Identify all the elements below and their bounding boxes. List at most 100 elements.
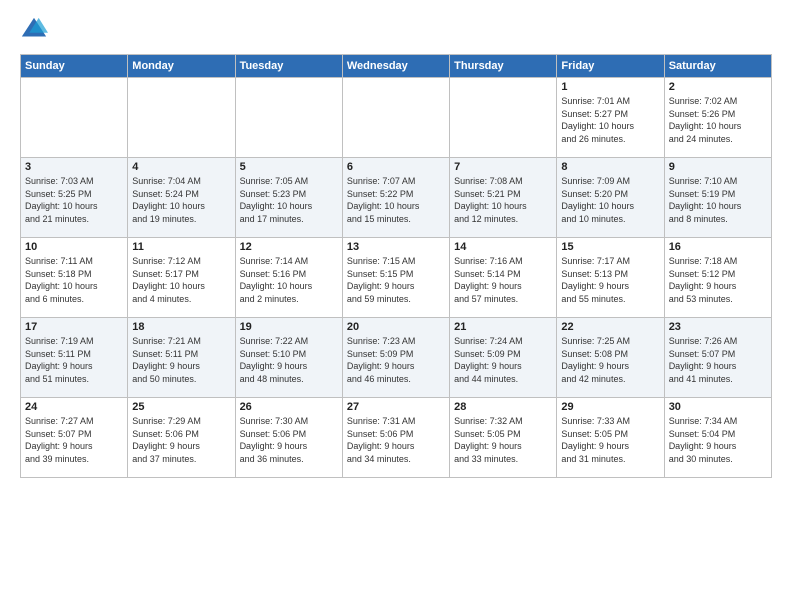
calendar-cell xyxy=(450,78,557,158)
calendar-header-row: SundayMondayTuesdayWednesdayThursdayFrid… xyxy=(21,55,772,78)
day-number: 15 xyxy=(561,241,659,253)
calendar-cell: 7 Sunrise: 7:08 AM Sunset: 5:21 PM Daylig… xyxy=(450,158,557,238)
day-info: Sunrise: 7:15 AM Sunset: 5:15 PM Dayligh… xyxy=(347,255,445,305)
calendar-cell: 5 Sunrise: 7:05 AM Sunset: 5:23 PM Daylig… xyxy=(235,158,342,238)
logo xyxy=(20,16,52,44)
day-number: 28 xyxy=(454,401,552,413)
calendar-week-row: 17 Sunrise: 7:19 AM Sunset: 5:11 PM Dayli… xyxy=(21,318,772,398)
calendar-cell: 18 Sunrise: 7:21 AM Sunset: 5:11 PM Dayli… xyxy=(128,318,235,398)
header xyxy=(20,16,772,44)
calendar-cell: 9 Sunrise: 7:10 AM Sunset: 5:19 PM Daylig… xyxy=(664,158,771,238)
day-info: Sunrise: 7:17 AM Sunset: 5:13 PM Dayligh… xyxy=(561,255,659,305)
day-info: Sunrise: 7:33 AM Sunset: 5:05 PM Dayligh… xyxy=(561,415,659,465)
day-number: 14 xyxy=(454,241,552,253)
day-number: 5 xyxy=(240,161,338,173)
day-info: Sunrise: 7:16 AM Sunset: 5:14 PM Dayligh… xyxy=(454,255,552,305)
calendar-cell: 22 Sunrise: 7:25 AM Sunset: 5:08 PM Dayli… xyxy=(557,318,664,398)
calendar-cell: 17 Sunrise: 7:19 AM Sunset: 5:11 PM Dayli… xyxy=(21,318,128,398)
calendar-cell: 8 Sunrise: 7:09 AM Sunset: 5:20 PM Daylig… xyxy=(557,158,664,238)
calendar-cell xyxy=(235,78,342,158)
calendar-table: SundayMondayTuesdayWednesdayThursdayFrid… xyxy=(20,54,772,478)
day-info: Sunrise: 7:02 AM Sunset: 5:26 PM Dayligh… xyxy=(669,95,767,145)
day-info: Sunrise: 7:26 AM Sunset: 5:07 PM Dayligh… xyxy=(669,335,767,385)
day-info: Sunrise: 7:07 AM Sunset: 5:22 PM Dayligh… xyxy=(347,175,445,225)
calendar-cell: 19 Sunrise: 7:22 AM Sunset: 5:10 PM Dayli… xyxy=(235,318,342,398)
day-number: 2 xyxy=(669,81,767,93)
day-number: 20 xyxy=(347,321,445,333)
day-info: Sunrise: 7:24 AM Sunset: 5:09 PM Dayligh… xyxy=(454,335,552,385)
calendar-week-row: 10 Sunrise: 7:11 AM Sunset: 5:18 PM Dayli… xyxy=(21,238,772,318)
day-number: 8 xyxy=(561,161,659,173)
calendar-cell: 25Sunrise: 7:29 AM Sunset: 5:06 PM Dayli… xyxy=(128,398,235,478)
day-info: Sunrise: 7:03 AM Sunset: 5:25 PM Dayligh… xyxy=(25,175,123,225)
calendar-cell: 30 Sunrise: 7:34 AM Sunset: 5:04 PM Dayli… xyxy=(664,398,771,478)
day-number: 10 xyxy=(25,241,123,253)
day-number: 1 xyxy=(561,81,659,93)
day-number: 29 xyxy=(561,401,659,413)
day-number: 17 xyxy=(25,321,123,333)
day-number: 11 xyxy=(132,241,230,253)
calendar-cell: 2 Sunrise: 7:02 AM Sunset: 5:26 PM Daylig… xyxy=(664,78,771,158)
day-number: 7 xyxy=(454,161,552,173)
calendar-week-row: 1 Sunrise: 7:01 AM Sunset: 5:27 PM Daylig… xyxy=(21,78,772,158)
calendar-cell: 23 Sunrise: 7:26 AM Sunset: 5:07 PM Dayli… xyxy=(664,318,771,398)
calendar-cell: 20 Sunrise: 7:23 AM Sunset: 5:09 PM Dayli… xyxy=(342,318,449,398)
day-number: 3 xyxy=(25,161,123,173)
day-info: Sunrise: 7:23 AM Sunset: 5:09 PM Dayligh… xyxy=(347,335,445,385)
day-number: 9 xyxy=(669,161,767,173)
day-info: Sunrise: 7:25 AM Sunset: 5:08 PM Dayligh… xyxy=(561,335,659,385)
calendar-cell: 16 Sunrise: 7:18 AM Sunset: 5:12 PM Dayli… xyxy=(664,238,771,318)
calendar-cell xyxy=(21,78,128,158)
calendar-cell: 29 Sunrise: 7:33 AM Sunset: 5:05 PM Dayli… xyxy=(557,398,664,478)
calendar-cell: 27 Sunrise: 7:31 AM Sunset: 5:06 PM Dayli… xyxy=(342,398,449,478)
day-info: Sunrise: 7:14 AM Sunset: 5:16 PM Dayligh… xyxy=(240,255,338,305)
day-info: Sunrise: 7:22 AM Sunset: 5:10 PM Dayligh… xyxy=(240,335,338,385)
day-number: 30 xyxy=(669,401,767,413)
calendar-cell: 10 Sunrise: 7:11 AM Sunset: 5:18 PM Dayli… xyxy=(21,238,128,318)
day-info: Sunrise: 7:09 AM Sunset: 5:20 PM Dayligh… xyxy=(561,175,659,225)
day-number: 21 xyxy=(454,321,552,333)
weekday-header-sunday: Sunday xyxy=(21,55,128,78)
day-number: 23 xyxy=(669,321,767,333)
day-number: 27 xyxy=(347,401,445,413)
day-info: Sunrise: 7:18 AM Sunset: 5:12 PM Dayligh… xyxy=(669,255,767,305)
day-info: Sunrise: 7:12 AM Sunset: 5:17 PM Dayligh… xyxy=(132,255,230,305)
calendar-cell: 24Sunrise: 7:27 AM Sunset: 5:07 PM Dayli… xyxy=(21,398,128,478)
day-number: 26 xyxy=(240,401,338,413)
day-info: Sunrise: 7:11 AM Sunset: 5:18 PM Dayligh… xyxy=(25,255,123,305)
logo-icon xyxy=(20,16,48,44)
calendar-cell: 1 Sunrise: 7:01 AM Sunset: 5:27 PM Daylig… xyxy=(557,78,664,158)
day-info: Sunrise: 7:08 AM Sunset: 5:21 PM Dayligh… xyxy=(454,175,552,225)
day-info: Sunrise: 7:29 AM Sunset: 5:06 PM Dayligh… xyxy=(132,415,230,465)
day-info: Sunrise: 7:34 AM Sunset: 5:04 PM Dayligh… xyxy=(669,415,767,465)
day-info: Sunrise: 7:04 AM Sunset: 5:24 PM Dayligh… xyxy=(132,175,230,225)
calendar-cell: 4Sunrise: 7:04 AM Sunset: 5:24 PM Daylig… xyxy=(128,158,235,238)
day-info: Sunrise: 7:19 AM Sunset: 5:11 PM Dayligh… xyxy=(25,335,123,385)
day-info: Sunrise: 7:31 AM Sunset: 5:06 PM Dayligh… xyxy=(347,415,445,465)
calendar-cell: 21 Sunrise: 7:24 AM Sunset: 5:09 PM Dayli… xyxy=(450,318,557,398)
day-number: 16 xyxy=(669,241,767,253)
calendar-cell: 14 Sunrise: 7:16 AM Sunset: 5:14 PM Dayli… xyxy=(450,238,557,318)
day-info: Sunrise: 7:21 AM Sunset: 5:11 PM Dayligh… xyxy=(132,335,230,385)
calendar-cell: 15 Sunrise: 7:17 AM Sunset: 5:13 PM Dayli… xyxy=(557,238,664,318)
day-info: Sunrise: 7:05 AM Sunset: 5:23 PM Dayligh… xyxy=(240,175,338,225)
day-info: Sunrise: 7:10 AM Sunset: 5:19 PM Dayligh… xyxy=(669,175,767,225)
day-number: 22 xyxy=(561,321,659,333)
weekday-header-friday: Friday xyxy=(557,55,664,78)
page: SundayMondayTuesdayWednesdayThursdayFrid… xyxy=(0,0,792,612)
calendar-cell: 12 Sunrise: 7:14 AM Sunset: 5:16 PM Dayli… xyxy=(235,238,342,318)
calendar-cell: 26Sunrise: 7:30 AM Sunset: 5:06 PM Dayli… xyxy=(235,398,342,478)
weekday-header-monday: Monday xyxy=(128,55,235,78)
day-info: Sunrise: 7:32 AM Sunset: 5:05 PM Dayligh… xyxy=(454,415,552,465)
calendar-cell xyxy=(342,78,449,158)
calendar-cell: 3 Sunrise: 7:03 AM Sunset: 5:25 PM Daylig… xyxy=(21,158,128,238)
calendar-week-row: 3 Sunrise: 7:03 AM Sunset: 5:25 PM Daylig… xyxy=(21,158,772,238)
calendar-cell: 13Sunrise: 7:15 AM Sunset: 5:15 PM Dayli… xyxy=(342,238,449,318)
weekday-header-saturday: Saturday xyxy=(664,55,771,78)
day-info: Sunrise: 7:01 AM Sunset: 5:27 PM Dayligh… xyxy=(561,95,659,145)
day-number: 12 xyxy=(240,241,338,253)
day-number: 18 xyxy=(132,321,230,333)
calendar-cell: 28 Sunrise: 7:32 AM Sunset: 5:05 PM Dayli… xyxy=(450,398,557,478)
day-number: 24 xyxy=(25,401,123,413)
day-number: 19 xyxy=(240,321,338,333)
